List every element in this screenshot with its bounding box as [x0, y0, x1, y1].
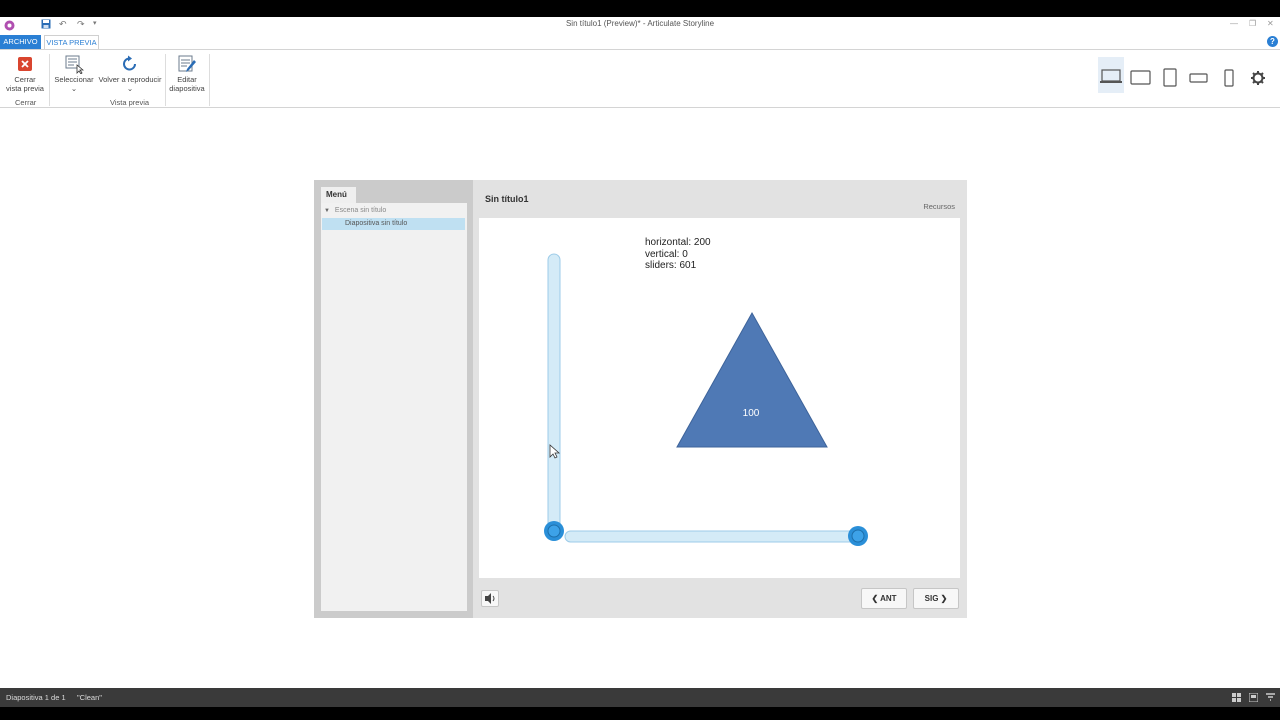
desktop-view-button[interactable] [1098, 57, 1124, 93]
prev-button[interactable]: ❮ ANT [861, 588, 907, 609]
ribbon-tab-bar: ARCHIVO VISTA PREVIA ? [0, 35, 1280, 49]
vertical-slider-track[interactable] [547, 253, 561, 533]
menu-slide-item[interactable]: Diapositiva sin título [322, 218, 465, 230]
triangle-shape [676, 311, 828, 448]
phone-portrait-button[interactable] [1220, 57, 1238, 93]
restore-icon[interactable]: ❐ [1249, 19, 1256, 28]
triangle-label: 100 [743, 408, 760, 419]
phone-landscape-icon [1189, 73, 1208, 83]
help-icon[interactable]: ? [1267, 36, 1278, 47]
menu-tab[interactable]: Menú [321, 187, 356, 203]
phone-portrait-icon [1224, 69, 1234, 87]
edit-slide-icon [178, 55, 196, 72]
slide-canvas: horizontal: 200 vertical: 0 sliders: 601… [479, 218, 960, 578]
close-preview-button[interactable]: Cerrar vista previa [4, 54, 46, 93]
player-frame: Menú ▼ Escena sin título Diapositiva sin… [314, 180, 967, 618]
gear-icon [1251, 71, 1265, 85]
tab-preview[interactable]: VISTA PREVIA [44, 35, 99, 49]
tablet-portrait-button[interactable] [1160, 57, 1180, 93]
chevron-left-icon: ❮ [871, 594, 879, 603]
menu-scene-item[interactable]: ▼ Escena sin título [324, 207, 386, 214]
chevron-right-icon: ❯ [940, 594, 948, 603]
select-caret: ⌄ [70, 83, 78, 93]
player-main: Sin título1 Recursos horizontal: 200 ver… [473, 180, 967, 618]
tab-file[interactable]: ARCHIVO [0, 35, 41, 49]
story-view-icon[interactable] [1249, 693, 1258, 702]
window-title: Sin título1 (Preview)* - Articulate Stor… [565, 19, 715, 28]
select-button[interactable]: Seleccionar ⌄ [53, 54, 95, 93]
close-preview-icon [18, 57, 32, 71]
slide-count: Diapositiva 1 de 1 [6, 693, 66, 702]
edit-slide-label-2: diapositiva [169, 83, 205, 93]
volume-button[interactable] [481, 590, 499, 607]
storyline-app: ↶ ↷ ▾ Sin título1 (Preview)* - Articulat… [0, 0, 1280, 720]
ribbon-separator [165, 54, 166, 106]
top-black-bar [0, 0, 1280, 17]
ribbon: Cerrar vista previa Cerrar Seleccionar ⌄… [0, 49, 1280, 108]
settings-button[interactable] [1249, 57, 1267, 93]
menu-panel: ▼ Escena sin título Diapositiva sin títu… [321, 203, 467, 611]
resources-link[interactable]: Recursos [923, 202, 955, 211]
speaker-icon [485, 593, 495, 604]
vertical-slider-thumb[interactable] [544, 521, 564, 541]
next-label: SIG [924, 594, 939, 603]
status-bar: Diapositiva 1 de 1 "Clean" [0, 688, 1280, 707]
ribbon-separator [209, 54, 210, 106]
horizontal-slider-track[interactable] [564, 530, 858, 543]
tablet-portrait-icon [1163, 68, 1177, 87]
theme-name: "Clean" [77, 693, 102, 702]
filter-view-icon[interactable] [1266, 693, 1275, 702]
course-title: Sin título1 [485, 194, 529, 204]
group-label-close: Cerrar [15, 98, 37, 107]
slide-graphics: 100 [544, 253, 868, 546]
replay-caret: ⌄ [126, 83, 134, 93]
close-window-icon[interactable]: ✕ [1267, 19, 1274, 28]
collapse-triangle-icon[interactable]: ▼ [324, 208, 330, 214]
prev-label: ANT [880, 594, 897, 603]
select-icon [65, 55, 84, 74]
close-preview-label-2: vista previa [6, 83, 44, 93]
edit-slide-button[interactable]: Editar diapositiva [167, 54, 207, 93]
ribbon-separator [49, 54, 50, 106]
player-sidebar: Menú ▼ Escena sin título Diapositiva sin… [314, 180, 473, 618]
replay-button[interactable]: Volver a reproducir ⌄ [96, 54, 164, 93]
scene-label: Escena sin título [334, 207, 387, 214]
laptop-icon [1100, 69, 1122, 83]
normal-view-icon[interactable] [1232, 693, 1241, 702]
bottom-black-bar [0, 707, 1280, 720]
group-label-preview: Vista previa [110, 98, 150, 107]
next-button[interactable]: SIG ❯ [913, 588, 959, 609]
tablet-landscape-icon [1130, 70, 1151, 85]
replay-icon [123, 55, 136, 71]
horizontal-slider-thumb[interactable] [848, 526, 868, 546]
phone-landscape-button[interactable] [1188, 57, 1210, 93]
minimize-icon[interactable]: — [1230, 19, 1238, 28]
title-bar: ↶ ↷ ▾ Sin título1 (Preview)* - Articulat… [0, 17, 1280, 35]
tablet-landscape-button[interactable] [1129, 57, 1153, 93]
